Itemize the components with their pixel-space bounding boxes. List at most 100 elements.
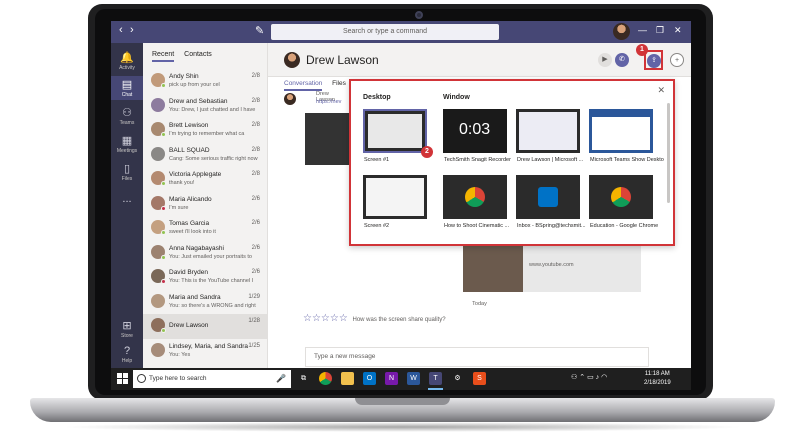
rail-label: Chat <box>121 92 133 98</box>
chat-list-item[interactable]: Maria Alicando 2/6 I'm sure <box>143 192 268 217</box>
chat-date: 2/8 <box>251 73 260 79</box>
callout-2: 2 <box>421 146 433 158</box>
link-preview-url[interactable]: www.youtube.com <box>529 262 574 268</box>
window-tile-outlook[interactable] <box>516 175 580 219</box>
chat-name: Maria and Sandra <box>169 293 221 301</box>
chat-list-item[interactable]: Tomas Garcia 2/6 sweet i'll look into it <box>143 216 268 241</box>
window-tile-snagit[interactable]: 0:03 <box>443 109 507 153</box>
tab-recent[interactable]: Recent <box>152 51 175 62</box>
people-icon[interactable]: ⚇ <box>571 374 577 381</box>
chrome-icon <box>465 187 485 207</box>
rail-item-more[interactable]: ... <box>111 193 143 207</box>
rail-item-files[interactable]: ▯ Files <box>111 162 143 184</box>
message-link[interactable]: https://nev <box>316 99 341 105</box>
audio-call-icon[interactable]: ✆ <box>615 53 629 67</box>
rail-item-teams[interactable]: ⚇ Teams <box>111 106 143 128</box>
laptop-stage: ‹ › ✎ Search or type a command — ❐ ✕ 🔔 A… <box>0 0 803 446</box>
chat-list-item[interactable]: David Bryden 2/6 You: This is the YouTube … <box>143 265 268 290</box>
compose-icon[interactable]: ✎ <box>255 24 264 37</box>
window-tile-teams[interactable] <box>516 109 580 153</box>
task-view-icon[interactable]: ⧉ <box>297 372 310 385</box>
rail-item-meetings[interactable]: ▦ Meetings <box>111 134 143 156</box>
avatar <box>151 269 166 284</box>
tab-contacts[interactable]: Contacts <box>184 51 212 60</box>
chat-date: 2/8 <box>251 171 260 177</box>
rail-label: Activity <box>119 65 135 71</box>
laptop-shadow <box>60 422 745 432</box>
message-input[interactable]: Type a new message <box>305 347 649 367</box>
windows-start-icon[interactable] <box>117 373 128 384</box>
window-tile-chrome-youtube[interactable] <box>443 175 507 219</box>
screen-1-tile[interactable] <box>363 109 427 153</box>
wifi-icon[interactable]: ◠ <box>601 374 607 381</box>
forward-arrow-icon[interactable]: › <box>130 24 134 36</box>
microphone-icon[interactable]: 🎤 <box>276 370 286 388</box>
chat-name: Lindsey, Maria, and Sandra <box>169 342 249 350</box>
tab-conversation[interactable]: Conversation <box>284 80 323 91</box>
chat-name: Drew and Sebastian <box>169 97 228 105</box>
chrome-icon[interactable] <box>319 372 332 385</box>
chat-list-item[interactable]: Lindsey, Maria, and Sandra 1/25 You: Yes <box>143 339 268 364</box>
rail-item-chat[interactable]: ▤ Chat <box>111 76 143 100</box>
settings-gear-icon[interactable]: ⚙ <box>451 372 464 385</box>
chat-list-item[interactable]: BALL SQUAD 2/8 Cang: Some serious traffic … <box>143 143 268 168</box>
onenote-icon[interactable]: N <box>385 372 398 385</box>
screen-2-tile[interactable] <box>363 175 427 219</box>
close-icon[interactable]: ✕ <box>674 25 682 36</box>
chat-list-item[interactable]: Victoria Applegate 2/8 thank you! <box>143 167 268 192</box>
rating-stars-icon[interactable]: ☆☆☆☆☆ <box>303 313 348 324</box>
chat-list-item[interactable]: Drew and Sebastian 2/8 You: Drew, I just c… <box>143 94 268 119</box>
close-icon[interactable]: ✕ <box>657 85 665 96</box>
taskbar-search-input[interactable]: Type here to search 🎤 <box>133 370 291 388</box>
avatar <box>284 52 300 68</box>
chat-list-item[interactable]: Maria and Sandra 1/29 You: so there's a WR… <box>143 290 268 315</box>
rail-item-activity[interactable]: 🔔 Activity <box>111 51 143 73</box>
chevron-up-icon[interactable]: ⌃ <box>579 374 585 381</box>
rail-label: Help <box>121 358 133 364</box>
chat-preview: You: This is the YouTube channel I <box>169 278 254 284</box>
store-icon: ⊞ <box>122 320 132 332</box>
outlook-icon[interactable]: O <box>363 372 376 385</box>
screen-2-label: Screen #2 <box>364 223 390 229</box>
cortana-icon <box>137 374 146 383</box>
avatar <box>151 293 165 308</box>
chat-date: 1/29 <box>248 293 260 300</box>
snagit-icon[interactable]: S <box>473 372 486 385</box>
network-icon[interactable]: ▭ <box>587 374 594 381</box>
volume-icon[interactable]: ♪ <box>596 374 600 381</box>
rail-item-help[interactable]: ? Help <box>111 345 143 365</box>
taskbar-search-placeholder: Type here to search <box>149 375 207 382</box>
teams-taskbar-icon[interactable]: T <box>429 372 442 385</box>
link-preview-card[interactable]: www.youtube.com <box>463 242 641 292</box>
add-people-icon[interactable]: + <box>670 53 684 67</box>
minimize-icon[interactable]: — <box>638 25 647 35</box>
chat-name: BALL SQUAD <box>169 146 210 154</box>
video-call-icon[interactable]: ▶ <box>598 53 612 67</box>
avatar[interactable] <box>613 23 630 40</box>
window-tile-chrome-education[interactable] <box>589 175 653 219</box>
presence-dot <box>161 181 166 186</box>
chat-date: 2/6 <box>251 244 260 251</box>
title-bar: ‹ › ✎ Search or type a command — ❐ ✕ <box>111 21 691 43</box>
laptop-notch <box>355 398 450 405</box>
chat-list-item[interactable]: Anna Nagabayashi 2/6 You: Just emailed you… <box>143 241 268 266</box>
file-explorer-icon[interactable] <box>341 372 354 385</box>
clock[interactable]: 11:18 AM 2/18/2019 <box>644 370 671 388</box>
chat-date: 1/25 <box>248 342 260 349</box>
tab-files[interactable]: Files <box>332 80 346 89</box>
chat-list-item[interactable]: Drew Lawson 1/28 <box>143 314 268 339</box>
chat-list-item[interactable]: Brett Lewison 2/8 I'm trying to remember w… <box>143 118 268 143</box>
chat-list-item[interactable]: Andy Shin 2/8 pick up from your cel <box>143 69 268 94</box>
search-input[interactable]: Search or type a command <box>271 24 499 40</box>
share-screen-button[interactable]: ⇪ <box>647 54 661 68</box>
maximize-icon[interactable]: ❐ <box>656 25 664 36</box>
avatar <box>151 244 166 260</box>
window-tile-browser[interactable] <box>589 109 653 153</box>
back-arrow-icon[interactable]: ‹ <box>119 24 123 36</box>
rail-item-store[interactable]: ⊞ Store <box>111 319 143 339</box>
tray-scrollbar[interactable] <box>667 103 670 203</box>
avatar <box>151 318 166 333</box>
word-icon[interactable]: W <box>407 372 420 385</box>
window-label: Microsoft Teams Show Desktop <box>590 157 664 163</box>
chat-list: Recent Contacts Andy Shin 2/8 pick up from… <box>143 43 268 368</box>
